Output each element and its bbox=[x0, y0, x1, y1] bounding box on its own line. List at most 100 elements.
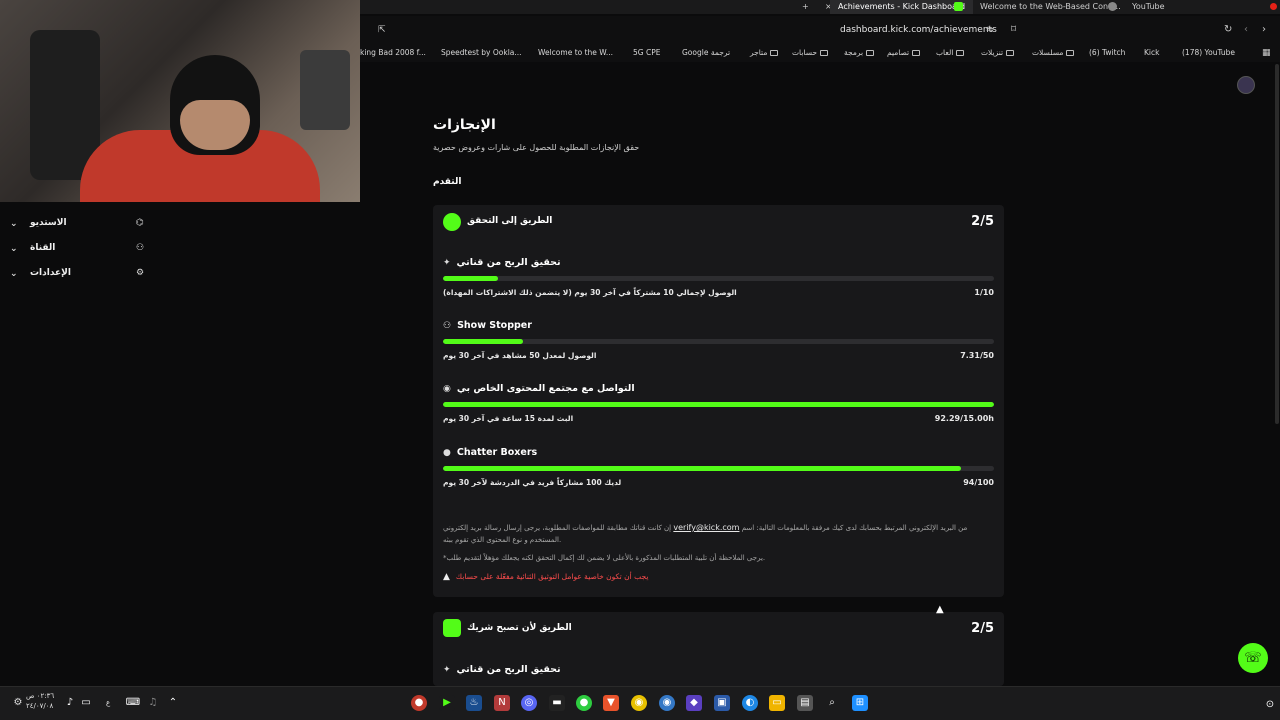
sidebar-item-channel[interactable]: ⌄ القناة ⚇ bbox=[10, 240, 150, 260]
bookmark-item[interactable]: Kick bbox=[1144, 48, 1159, 57]
studio-icon: ⌬ bbox=[136, 218, 144, 228]
app-purple-icon[interactable]: ◆ bbox=[686, 695, 702, 711]
achievement-title: ✦ تحقيق الربح من قناتي bbox=[443, 664, 561, 675]
verification-note: إن كانت قناتك مطابقة للمواصفات المطلوبة،… bbox=[443, 523, 968, 544]
chat-icon: ● bbox=[443, 448, 451, 458]
taskbar: ⚙ ٠٢:٣٦ ص ٢٤/٠٧/٠٨ ♪ ▭ ع ⌨ ♫ ⌃ ● ▶ ♨ N ◎… bbox=[0, 686, 1280, 720]
network-icon[interactable]: ▭ bbox=[78, 695, 94, 711]
sidebar-item-label: القناة bbox=[30, 243, 56, 253]
media-play-icon[interactable]: ▶ bbox=[439, 695, 455, 711]
keyboard-icon[interactable]: ⌨ bbox=[125, 695, 141, 711]
chevron-up-icon[interactable]: ⌃ bbox=[165, 695, 181, 711]
clock-time: ٠٢:٣٦ ص bbox=[26, 692, 55, 700]
achievement-item: ✦ تحقيق الربح من قناتي الوصول لإجمالي 10 … bbox=[443, 257, 994, 315]
bookmark-star-icon[interactable]: ⌑ bbox=[1011, 24, 1016, 35]
bookmark-item[interactable]: 5G CPE bbox=[633, 48, 660, 57]
progress-track bbox=[443, 339, 994, 344]
folder-icon bbox=[820, 50, 829, 56]
bookmark-item[interactable]: Google ترجمة bbox=[682, 48, 730, 57]
steam-icon[interactable]: ♨ bbox=[466, 695, 482, 711]
mic-icon[interactable]: ♫ bbox=[145, 695, 161, 711]
webcam-overlay bbox=[0, 0, 360, 202]
achievement-desc: البث لمدة 15 ساعة في آخر 30 يوم bbox=[443, 414, 574, 423]
channel-icon: ⚇ bbox=[136, 243, 145, 253]
achievement-value: 94/100 bbox=[963, 478, 994, 487]
bookmark-folder[interactable]: حسابات bbox=[792, 48, 829, 57]
achievement-item: ⚇ Show Stopper الوصول لمعدل 50 مشاهد في آ… bbox=[443, 320, 994, 378]
terminal-icon[interactable]: ▬ bbox=[549, 695, 565, 711]
share-icon[interactable]: ⇱ bbox=[378, 25, 386, 35]
search-icon[interactable]: ⌕ bbox=[824, 695, 840, 711]
folder-icon bbox=[1066, 50, 1075, 56]
scrollbar[interactable] bbox=[1275, 64, 1279, 424]
support-chat-button[interactable]: ☏ bbox=[1238, 643, 1268, 673]
progress-fill bbox=[443, 402, 994, 407]
windows-start-icon[interactable]: ⊞ bbox=[852, 695, 868, 711]
webcam-person-face bbox=[180, 100, 250, 150]
bookmark-folder[interactable]: برمجة bbox=[844, 48, 875, 57]
bookmark-folder[interactable]: تصاميم bbox=[887, 48, 921, 57]
verify-email-link[interactable]: verify@kick.com bbox=[673, 523, 739, 532]
page-subtitle: حقق الإنجازات المطلوبة للحصول على شارات … bbox=[433, 143, 640, 152]
folder-icon bbox=[912, 50, 921, 56]
bookmark-item[interactable]: (6) Twitch bbox=[1089, 48, 1125, 57]
sidebar-item-label: الاستديو bbox=[30, 218, 67, 228]
achievement-title: ✦ تحقيق الربح من قناتي bbox=[443, 257, 561, 268]
progress-track bbox=[443, 402, 994, 407]
site-settings-icon[interactable]: ⇋ bbox=[986, 25, 994, 35]
sparkle-icon: ✦ bbox=[443, 258, 451, 268]
card-title: الطريق لأن تصبح شريك bbox=[467, 623, 572, 633]
forward-icon[interactable]: › bbox=[1262, 24, 1266, 35]
notification-icon[interactable]: ⊙ bbox=[1262, 697, 1278, 713]
achievement-value: 7.31/50 bbox=[960, 351, 994, 360]
avatar[interactable] bbox=[1237, 76, 1255, 94]
bookmark-folder[interactable]: العاب bbox=[936, 48, 965, 57]
folder-icon bbox=[956, 50, 965, 56]
back-icon[interactable]: ‹ bbox=[1244, 24, 1248, 35]
url-field[interactable]: dashboard.kick.com/achievements bbox=[840, 25, 997, 35]
settings-tray-icon[interactable]: ⚙ bbox=[10, 695, 26, 711]
tab-web-config[interactable]: Welcome to the Web-Based Confi... bbox=[980, 0, 1121, 14]
bookmark-item[interactable]: (178) YouTube bbox=[1182, 48, 1235, 57]
card-count: 2/5 bbox=[971, 621, 994, 636]
chrome-icon[interactable]: ◉ bbox=[631, 695, 647, 711]
achievement-title: ◉ التواصل مع مجتمع المحتوى الخاص بي bbox=[443, 383, 635, 394]
clock-date: ٢٤/٠٧/٠٨ bbox=[26, 702, 54, 710]
app-green-icon[interactable]: ● bbox=[576, 695, 592, 711]
brave-icon[interactable]: ▼ bbox=[603, 695, 619, 711]
broadcast-icon: ◉ bbox=[443, 384, 451, 394]
file-explorer-icon[interactable]: ▭ bbox=[769, 695, 785, 711]
obs-icon[interactable]: ● bbox=[411, 695, 427, 711]
tab-youtube[interactable]: YouTube bbox=[1132, 0, 1165, 14]
chrome-alt-icon[interactable]: ◉ bbox=[659, 695, 675, 711]
bookmark-item[interactable]: king Bad 2008 f... bbox=[360, 48, 426, 57]
tab-achievements[interactable]: Achievements - Kick Dashboard bbox=[830, 0, 974, 14]
reload-icon[interactable]: ↻ bbox=[1224, 24, 1232, 35]
section-title: التقدم bbox=[433, 177, 462, 187]
bookmark-item[interactable]: Speedtest by Ookla... bbox=[441, 48, 522, 57]
chevron-down-icon: ⌄ bbox=[10, 269, 18, 279]
webcam-lamp bbox=[300, 50, 350, 130]
volume-icon[interactable]: ♪ bbox=[62, 695, 78, 711]
bookmark-folder[interactable]: مسلسلات bbox=[1032, 48, 1075, 57]
app-blue-icon[interactable]: ▣ bbox=[714, 695, 730, 711]
folder-icon bbox=[866, 50, 875, 56]
sidebar-item-studio[interactable]: ⌄ الاستديو ⌬ bbox=[10, 215, 150, 235]
new-tab-button[interactable]: + bbox=[802, 0, 809, 14]
achievement-item: ● Chatter Boxers لديك 100 مشاركاً فريد في… bbox=[443, 447, 994, 505]
discord-icon[interactable]: ◎ bbox=[521, 695, 537, 711]
app-gray-icon[interactable]: ▤ bbox=[797, 695, 813, 711]
folder-icon bbox=[770, 50, 779, 56]
chevron-down-icon: ⌄ bbox=[10, 244, 18, 254]
bookmark-folder[interactable]: متاجر bbox=[750, 48, 779, 57]
netflix-icon[interactable]: N bbox=[494, 695, 510, 711]
grid-menu-icon[interactable]: ▦ bbox=[1262, 48, 1271, 58]
bookmark-folder[interactable]: تنزيلات bbox=[981, 48, 1015, 57]
progress-track bbox=[443, 276, 994, 281]
language-indicator[interactable]: ع bbox=[106, 699, 110, 707]
verification-disclaimer: *يرجى الملاحظة أن تلبية المتطلبات المذكو… bbox=[443, 554, 766, 562]
sidebar-item-settings[interactable]: ⌄ الإعدادات ⚙ bbox=[10, 265, 150, 285]
progress-track bbox=[443, 466, 994, 471]
edge-icon[interactable]: ◐ bbox=[742, 695, 758, 711]
bookmark-item[interactable]: Welcome to the W... bbox=[538, 48, 613, 57]
